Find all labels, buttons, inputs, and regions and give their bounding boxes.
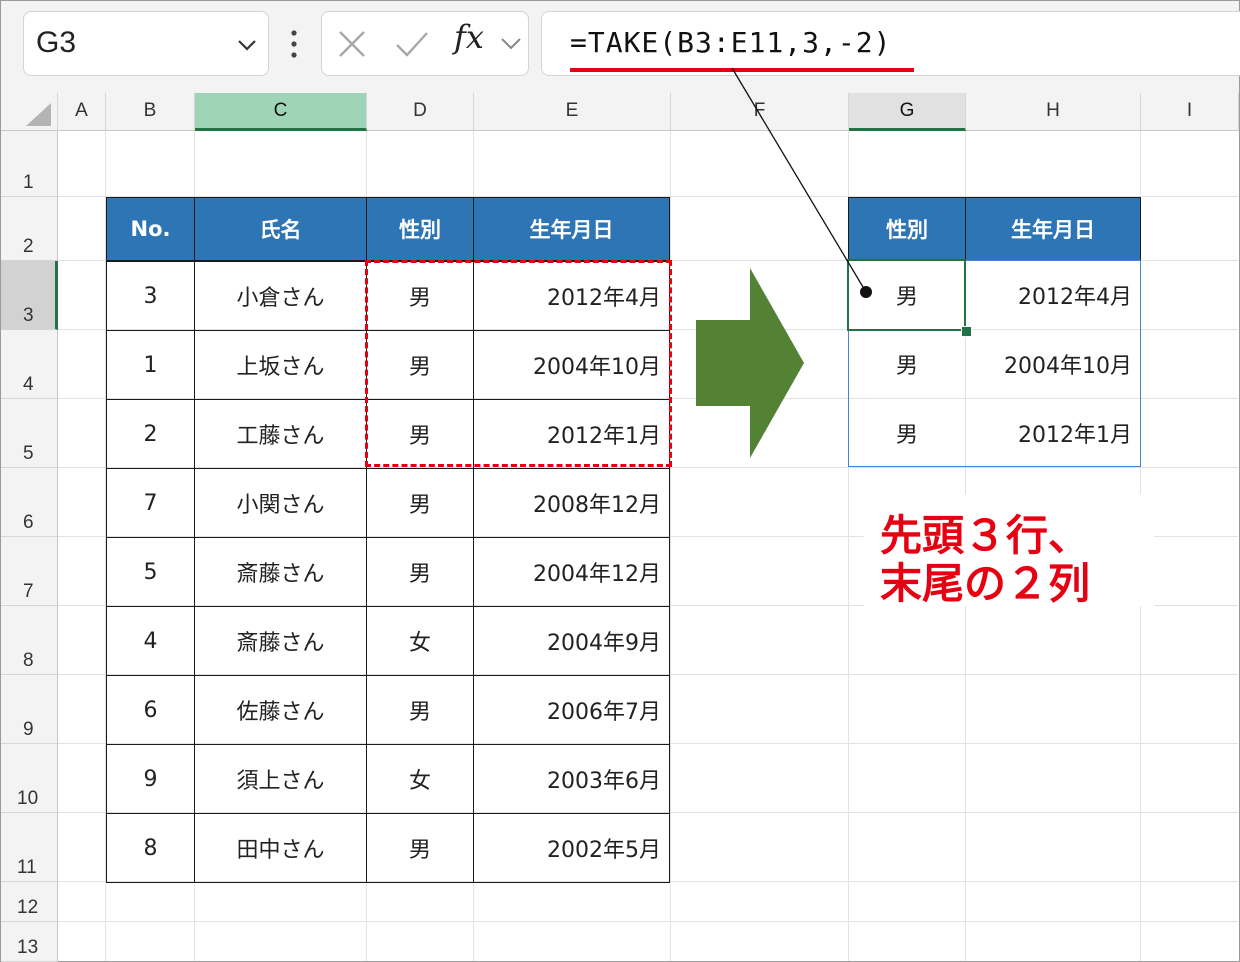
column-header-d[interactable]: D xyxy=(367,93,474,131)
result-header-birth[interactable]: 生年月日 xyxy=(965,197,1141,261)
arrow-right-icon xyxy=(696,268,804,458)
cancel-icon[interactable] xyxy=(336,28,368,60)
cell-name[interactable]: 田中さん xyxy=(194,813,367,883)
cell-name[interactable]: 工藤さん xyxy=(194,399,367,469)
cell-gender[interactable]: 女 xyxy=(366,606,474,676)
cell-birth[interactable]: 2003年6月 xyxy=(473,744,670,814)
insert-function-button[interactable]: fx xyxy=(454,18,484,56)
column-header-g[interactable]: G xyxy=(849,93,966,131)
result-header-gender[interactable]: 性別 xyxy=(848,197,966,261)
header-birth[interactable]: 生年月日 xyxy=(473,197,670,261)
column-header-f[interactable]: F xyxy=(671,93,849,131)
cell-birth[interactable]: 2002年5月 xyxy=(473,813,670,883)
cell-no[interactable]: 4 xyxy=(106,606,195,676)
fill-handle[interactable] xyxy=(961,326,972,337)
cell-no[interactable]: 6 xyxy=(106,675,195,745)
row-header-6[interactable]: 6 xyxy=(1,468,58,537)
cell-no[interactable]: 3 xyxy=(106,261,195,331)
row-header-9[interactable]: 9 xyxy=(1,675,58,744)
formula-bar: G3 fx =TAKE(B3:E11,3,-2) xyxy=(1,1,1240,93)
chevron-down-icon[interactable] xyxy=(236,34,258,56)
annotation-callout: 先頭３行、 末尾の２列 xyxy=(864,494,1154,608)
formula-input[interactable]: =TAKE(B3:E11,3,-2) xyxy=(541,11,1240,76)
column-header-c[interactable]: C xyxy=(195,93,367,131)
row-header-7[interactable]: 7 xyxy=(1,537,58,606)
header-gender[interactable]: 性別 xyxy=(366,197,474,261)
cell-birth[interactable]: 2008年12月 xyxy=(473,468,670,538)
enter-icon[interactable] xyxy=(394,28,430,60)
cell-name[interactable]: 上坂さん xyxy=(194,330,367,400)
cell-name[interactable]: 斎藤さん xyxy=(194,537,367,607)
formula-buttons: fx xyxy=(321,11,529,76)
select-all-icon xyxy=(26,103,51,126)
column-header-e[interactable]: E xyxy=(474,93,671,131)
header-name[interactable]: 氏名 xyxy=(194,197,367,261)
name-box[interactable]: G3 xyxy=(23,11,269,76)
cell-no[interactable]: 1 xyxy=(106,330,195,400)
cell-name[interactable]: 佐藤さん xyxy=(194,675,367,745)
column-header-h[interactable]: H xyxy=(966,93,1141,131)
cell-no[interactable]: 7 xyxy=(106,468,195,538)
row-header-12[interactable]: 12 xyxy=(1,882,58,922)
column-header-i[interactable]: I xyxy=(1141,93,1239,131)
row-header-5[interactable]: 5 xyxy=(1,399,58,468)
row-header-8[interactable]: 8 xyxy=(1,606,58,675)
cell-name[interactable]: 斎藤さん xyxy=(194,606,367,676)
cell-no[interactable]: 2 xyxy=(106,399,195,469)
cell-gender[interactable]: 男 xyxy=(366,675,474,745)
row-header-1[interactable]: 1 xyxy=(1,131,58,197)
row-header-2[interactable]: 2 xyxy=(1,197,58,261)
column-header-a[interactable]: A xyxy=(58,93,106,131)
cell-name[interactable]: 小倉さん xyxy=(194,261,367,331)
cell-name[interactable]: 須上さん xyxy=(194,744,367,814)
row-header-11[interactable]: 11 xyxy=(1,813,58,882)
cell-gender[interactable]: 男 xyxy=(366,537,474,607)
cell-birth[interactable]: 2004年9月 xyxy=(473,606,670,676)
active-cell-g3[interactable] xyxy=(847,259,966,331)
row-header-3[interactable]: 3 xyxy=(1,261,58,330)
cell-gender[interactable]: 男 xyxy=(366,813,474,883)
cell-name[interactable]: 小関さん xyxy=(194,468,367,538)
cell-birth[interactable]: 2004年12月 xyxy=(473,537,670,607)
expand-chevron-icon[interactable] xyxy=(500,36,522,52)
row-header-13[interactable]: 13 xyxy=(1,922,58,962)
cell-birth[interactable]: 2006年7月 xyxy=(473,675,670,745)
formula-underline xyxy=(570,68,914,72)
select-all-corner[interactable] xyxy=(1,93,58,131)
row-header-4[interactable]: 4 xyxy=(1,330,58,399)
header-no[interactable]: No. xyxy=(106,197,195,261)
cell-gender[interactable]: 男 xyxy=(366,468,474,538)
name-box-value: G3 xyxy=(36,26,77,59)
selection-highlight xyxy=(365,260,672,467)
cell-no[interactable]: 5 xyxy=(106,537,195,607)
cell-no[interactable]: 8 xyxy=(106,813,195,883)
cell-gender[interactable]: 女 xyxy=(366,744,474,814)
more-options-icon[interactable] xyxy=(289,29,299,59)
row-header-10[interactable]: 10 xyxy=(1,744,58,813)
annotation-line-2: 末尾の２列 xyxy=(880,559,1091,608)
formula-text: =TAKE(B3:E11,3,-2) xyxy=(570,26,892,59)
cell-no[interactable]: 9 xyxy=(106,744,195,814)
column-header-b[interactable]: B xyxy=(106,93,195,131)
